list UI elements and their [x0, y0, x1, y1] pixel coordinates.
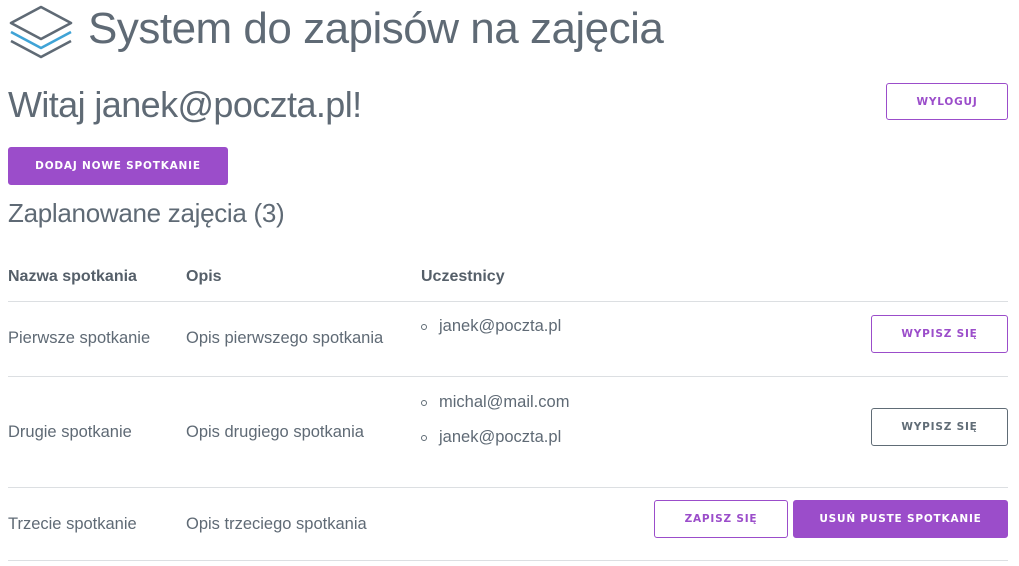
bullet-icon — [421, 324, 427, 330]
bullet-icon — [421, 400, 427, 406]
participant-item: janek@poczta.pl — [421, 317, 561, 352]
unsubscribe-button[interactable]: WYPISZ SIĘ — [871, 408, 1008, 446]
table-row: Drugie spotkanie Opis drugiego spotkania… — [8, 377, 1008, 488]
bullet-icon — [421, 435, 427, 441]
app-header: System do zapisów na zajęcia — [8, 2, 664, 62]
welcome-heading: Witaj janek@poczta.pl! — [8, 84, 362, 125]
table-row: Trzecie spotkanie Opis trzeciego spotkan… — [8, 488, 1008, 561]
table-row: Pierwsze spotkanie Opis pierwszego spotk… — [8, 302, 1008, 377]
meeting-description: Opis drugiego spotkania — [186, 423, 364, 441]
participant-item: janek@poczta.pl — [421, 428, 569, 463]
table-header: Nazwa spotkania Opis Uczestnicy — [8, 253, 1008, 302]
meeting-name: Trzecie spotkanie — [8, 515, 137, 533]
meeting-description: Opis pierwszego spotkania — [186, 329, 384, 347]
meeting-name: Drugie spotkanie — [8, 423, 132, 441]
page: System do zapisów na zajęcia Witaj janek… — [0, 0, 1019, 566]
delete-empty-meeting-button[interactable]: USUŃ PUSTE SPOTKANIE — [793, 500, 1008, 538]
scheduled-classes-title: Zaplanowane zajęcia (3) — [8, 198, 285, 228]
logout-button[interactable]: WYLOGUJ — [886, 83, 1008, 120]
subscribe-button[interactable]: ZAPISZ SIĘ — [654, 500, 788, 538]
header-participants: Uczestnicy — [421, 268, 505, 285]
participants-list: janek@poczta.pl — [421, 317, 561, 352]
participants-list: michal@mail.com janek@poczta.pl — [421, 393, 569, 463]
meetings-table: Nazwa spotkania Opis Uczestnicy Pierwsze… — [8, 253, 1008, 561]
meeting-name: Pierwsze spotkanie — [8, 329, 151, 347]
participant-item: michal@mail.com — [421, 393, 569, 428]
meeting-description: Opis trzeciego spotkania — [186, 515, 367, 533]
add-meeting-button[interactable]: DODAJ NOWE SPOTKANIE — [8, 147, 228, 185]
layers-icon — [9, 5, 73, 59]
participant-email: janek@poczta.pl — [439, 317, 562, 335]
header-description: Opis — [186, 268, 222, 285]
participant-email: janek@poczta.pl — [439, 428, 562, 446]
unsubscribe-button[interactable]: WYPISZ SIĘ — [871, 315, 1008, 353]
participant-email: michal@mail.com — [439, 393, 570, 411]
header-name: Nazwa spotkania — [8, 268, 137, 285]
app-title: System do zapisów na zajęcia — [88, 4, 664, 53]
